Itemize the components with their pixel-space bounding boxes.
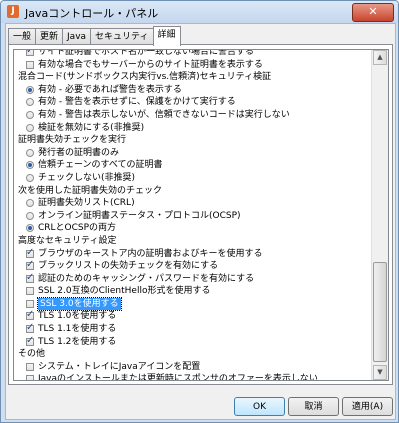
heading-label: その他 xyxy=(18,349,46,360)
checkbox-option[interactable]: 有効な場合でもサーバーからのサイト証明書を表示する xyxy=(16,59,368,72)
checkbox[interactable] xyxy=(26,375,34,380)
option-label: CRLとOCSPの両方 xyxy=(38,223,117,234)
title-bar[interactable]: J Javaコントロール・パネル ✕ xyxy=(1,1,398,23)
radio-button[interactable] xyxy=(26,161,34,170)
option-label: システム・トレイにJavaアイコンを配置 xyxy=(38,361,201,372)
option-label: 証明書失効リスト(CRL) xyxy=(38,198,135,209)
radio-option[interactable]: 信頼チェーンのすべての証明書 xyxy=(16,159,368,172)
checkbox[interactable] xyxy=(26,272,34,284)
option-label: SSL 3.0を使用する xyxy=(37,296,122,311)
checkbox-option[interactable]: SSL 3.0を使用する xyxy=(16,296,368,311)
option-label: 発行者の証明書のみ xyxy=(38,147,120,158)
radio-option[interactable]: 有効 - 必要であれば警告を表示する xyxy=(16,84,368,97)
option-label: 有効 - 警告を表示せずに、保護をかけて実行する xyxy=(38,97,236,108)
apply-button[interactable]: 適用(A) xyxy=(342,397,393,416)
option-label: 有効 - 必要であれば警告を表示する xyxy=(38,84,182,95)
checkbox-option[interactable]: Javaのインストールまたは更新時にスポンサのオファーを表示しない xyxy=(16,373,368,381)
option-label: 信頼チェーンのすべての証明書 xyxy=(38,160,163,171)
checkbox[interactable] xyxy=(26,299,34,308)
radio-button[interactable] xyxy=(26,199,34,208)
tab-general[interactable]: 一般 xyxy=(8,28,37,45)
close-button[interactable]: ✕ xyxy=(352,3,394,22)
radio-button[interactable] xyxy=(26,224,34,233)
option-label: ブラックリストの失効チェックを有効にする xyxy=(38,261,219,272)
option-label: TLS 1.2を使用する xyxy=(38,336,117,347)
window-title: Javaコントロール・パネル xyxy=(25,7,159,20)
ok-button[interactable]: OK xyxy=(234,397,285,416)
settings-tree[interactable]: サイト証明書でホスト名が一致しない場合に警告する有効な場合でもサーバーからのサイ… xyxy=(13,49,389,381)
checkbox-option[interactable]: TLS 1.0を使用する xyxy=(16,309,368,323)
checkbox[interactable] xyxy=(26,247,34,259)
option-label: サイト証明書でホスト名が一致しない場合に警告する xyxy=(38,49,255,57)
scroll-down-icon[interactable]: ▼ xyxy=(373,365,387,380)
radio-button[interactable] xyxy=(26,110,34,119)
checkbox-option[interactable]: ブラウザのキーストア内の証明書およびキーを使用する xyxy=(16,247,368,261)
dialog-client-area: 一般 更新 Java セキュリティ 詳細 サイト証明書でホスト名が一致しない場合… xyxy=(5,23,396,420)
checkbox[interactable] xyxy=(26,60,34,69)
radio-button[interactable] xyxy=(26,98,34,107)
checkbox[interactable] xyxy=(26,322,34,335)
radio-option[interactable]: 発行者の証明書のみ xyxy=(16,147,368,160)
checkbox-option[interactable]: ブラックリストの失効チェックを有効にする xyxy=(16,259,368,273)
radio-option[interactable]: 有効 - 警告は表示しないが、信頼できないコードは実行しない xyxy=(16,109,368,122)
option-label: TLS 1.1を使用する xyxy=(38,324,117,335)
radio-button[interactable] xyxy=(26,211,34,220)
heading-label: 高度なセキュリティ設定 xyxy=(18,235,117,246)
tab-strip: 一般 更新 Java セキュリティ 詳細 xyxy=(8,26,181,46)
checkbox-option[interactable]: TLS 1.2を使用する xyxy=(16,335,368,349)
radio-button[interactable] xyxy=(26,123,34,132)
option-label: オンライン証明書ステータス・プロトコル(OCSP) xyxy=(38,210,241,221)
advanced-tab-panel: サイト証明書でホスト名が一致しない場合に警告する有効な場合でもサーバーからのサイ… xyxy=(8,44,393,385)
option-label: ブラウザのキーストア内の証明書およびキーを使用する xyxy=(38,248,263,259)
tab-security[interactable]: セキュリティ xyxy=(90,28,154,45)
settings-group-heading: 証明書失効チェックを実行 xyxy=(16,134,368,147)
checkbox-option[interactable]: 認証のためのキャッシング・パスワードを有効にする xyxy=(16,272,368,286)
settings-group-heading: 混合コード(サンドボックス内実行vs.信頼済)セキュリティ検証 xyxy=(16,71,368,84)
checkbox[interactable] xyxy=(26,50,34,58)
checkbox-option[interactable]: サイト証明書でホスト名が一致しない場合に警告する xyxy=(16,49,368,59)
option-label: 有効 - 警告は表示しないが、信頼できないコードは実行しない xyxy=(38,109,290,120)
checkbox[interactable] xyxy=(26,335,34,347)
radio-option[interactable]: CRLとOCSPの両方 xyxy=(16,222,368,235)
option-label: Javaのインストールまたは更新時にスポンサのオファーを表示しない xyxy=(38,374,318,381)
radio-button[interactable] xyxy=(26,173,34,182)
java-control-panel-window: J Javaコントロール・パネル ✕ 一般 更新 Java セキュリティ 詳細 … xyxy=(0,0,399,423)
heading-label: 混合コード(サンドボックス内実行vs.信頼済)セキュリティ検証 xyxy=(18,72,272,83)
radio-option[interactable]: 有効 - 警告を表示せずに、保護をかけて実行する xyxy=(16,96,368,109)
checkbox[interactable] xyxy=(26,362,34,371)
option-label: SSL 2.0互換のClientHello形式を使用する xyxy=(38,286,211,297)
settings-group-heading: 高度なセキュリティ設定 xyxy=(16,235,368,248)
checkbox[interactable] xyxy=(26,309,34,322)
checkbox-option[interactable]: SSL 2.0互換のClientHello形式を使用する xyxy=(16,285,368,298)
checkbox[interactable] xyxy=(26,287,34,296)
radio-option[interactable]: オンライン証明書ステータス・プロトコル(OCSP) xyxy=(16,210,368,223)
settings-group-heading: その他 xyxy=(16,348,368,361)
heading-label: 証明書失効チェックを実行 xyxy=(18,135,127,146)
checkbox-option[interactable]: システム・トレイにJavaアイコンを配置 xyxy=(16,361,368,374)
settings-list: サイト証明書でホスト名が一致しない場合に警告する有効な場合でもサーバーからのサイ… xyxy=(16,49,368,381)
tab-update[interactable]: 更新 xyxy=(35,28,64,45)
cancel-button[interactable]: 取消 xyxy=(288,397,339,416)
radio-option[interactable]: 検証を無効にする(非推奨) xyxy=(16,122,368,135)
option-label: チェックしない(非推奨) xyxy=(38,172,136,183)
option-label: 認証のためのキャッシング・パスワードを有効にする xyxy=(38,273,255,284)
scroll-up-icon[interactable]: ▲ xyxy=(373,50,387,65)
radio-option[interactable]: チェックしない(非推奨) xyxy=(16,172,368,185)
vertical-scrollbar[interactable]: ▲ ▼ xyxy=(371,50,388,380)
radio-button[interactable] xyxy=(26,85,34,94)
scroll-thumb[interactable] xyxy=(373,262,387,362)
option-label: 有効な場合でもサーバーからのサイト証明書を表示する xyxy=(38,59,263,70)
settings-group-heading: 次を使用した証明書失効のチェック xyxy=(16,185,368,198)
tab-advanced[interactable]: 詳細 xyxy=(152,26,181,46)
radio-option[interactable]: 証明書失効リスト(CRL) xyxy=(16,197,368,210)
checkbox[interactable] xyxy=(26,259,34,272)
checkbox-option[interactable]: TLS 1.1を使用する xyxy=(16,322,368,336)
option-label: TLS 1.0を使用する xyxy=(38,311,117,322)
heading-label: 次を使用した証明書失効のチェック xyxy=(18,185,163,196)
radio-button[interactable] xyxy=(26,148,34,157)
tab-java[interactable]: Java xyxy=(62,28,92,45)
java-app-icon: J xyxy=(7,5,19,18)
option-label: 検証を無効にする(非推奨) xyxy=(38,122,145,133)
